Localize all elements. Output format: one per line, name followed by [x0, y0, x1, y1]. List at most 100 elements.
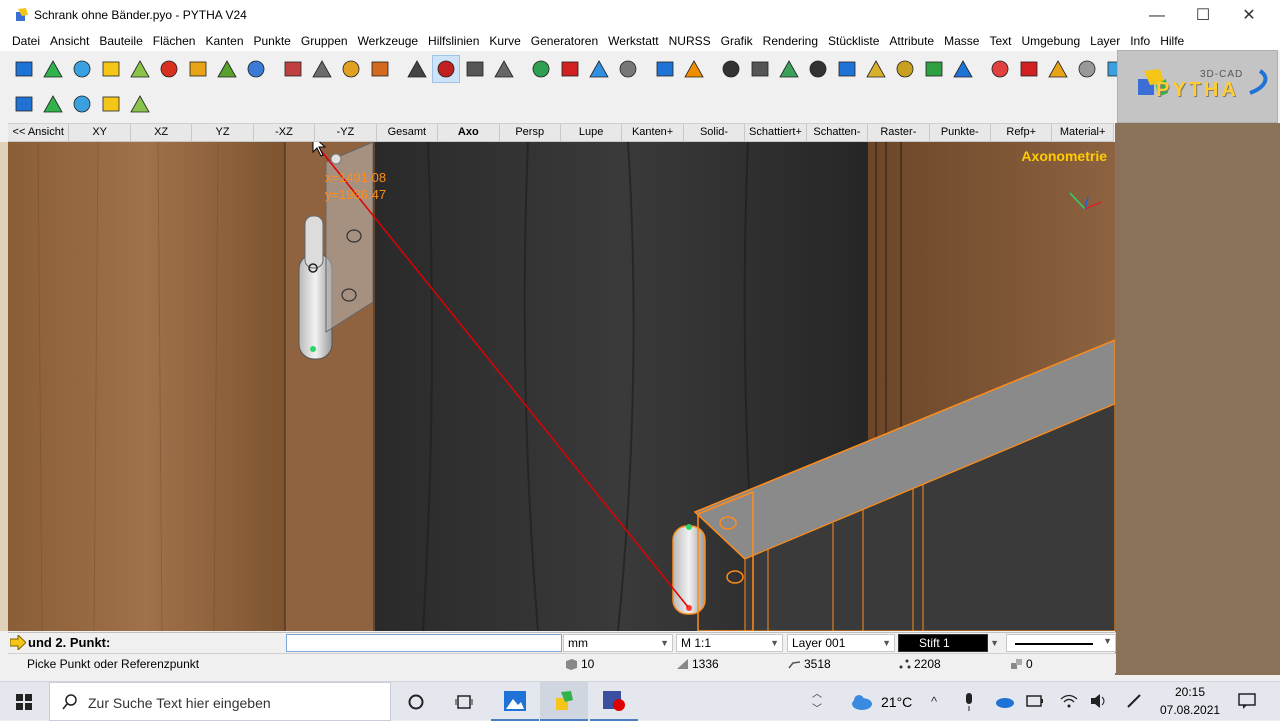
unit-dropdown[interactable]: mm ▼ — [563, 634, 673, 652]
tool-button-copy[interactable] — [833, 55, 861, 83]
view-tab-2[interactable]: XZ — [131, 124, 193, 141]
view-tab-7[interactable]: Axo — [438, 124, 500, 141]
menu-item-9[interactable]: Kurve — [484, 34, 525, 48]
cad-viewport[interactable]: Axonometrie x=1491.08 y=1936.47 — [8, 142, 1115, 631]
view-tab-9[interactable]: Lupe — [561, 124, 623, 141]
weather-temperature[interactable]: 21°C — [881, 694, 912, 710]
tool-button-circle[interactable] — [126, 55, 154, 83]
tool-button-plate[interactable] — [242, 55, 270, 83]
menu-item-8[interactable]: Hilfslinien — [423, 34, 484, 48]
tool-button-extrude[interactable] — [39, 55, 67, 83]
view-tab-6[interactable]: Gesamt — [377, 124, 439, 141]
tray-expand-arrows[interactable]: ︿ ﹀ — [812, 685, 822, 715]
clock-time[interactable]: 20:15 — [1175, 685, 1205, 699]
menu-item-3[interactable]: Flächen — [148, 34, 201, 48]
tool-button-hammer3[interactable] — [337, 55, 365, 83]
tool-button-hatch[interactable] — [862, 55, 890, 83]
pen-workspace-icon[interactable] — [1126, 693, 1142, 709]
menu-item-16[interactable]: Attribute — [884, 34, 939, 48]
tool-button-plane[interactable] — [68, 55, 96, 83]
view-tab-8[interactable]: Persp — [500, 124, 561, 141]
volume-icon[interactable] — [1090, 693, 1108, 709]
task-view-button[interactable] — [440, 682, 488, 721]
cortana-button[interactable] — [392, 682, 440, 721]
menu-item-11[interactable]: Werkstatt — [603, 34, 663, 48]
tool-button-refresh[interactable] — [986, 55, 1014, 83]
view-tab-5[interactable]: -YZ — [315, 124, 377, 141]
tool-button-redo[interactable] — [680, 55, 708, 83]
tool2-button-saw[interactable] — [39, 90, 67, 118]
menu-item-15[interactable]: Stückliste — [823, 34, 884, 48]
tool-button-upload[interactable] — [527, 55, 555, 83]
onedrive-icon[interactable] — [994, 694, 1014, 708]
view-tab-16[interactable]: Refp+ — [991, 124, 1053, 141]
close-button[interactable]: ✕ — [1226, 0, 1272, 31]
view-tab-10[interactable]: Kanten+ — [622, 124, 684, 141]
tool-button-curve[interactable] — [155, 55, 183, 83]
notification-center-icon[interactable] — [1238, 693, 1256, 709]
tool-button-layers[interactable] — [891, 55, 919, 83]
tool-button-hammer[interactable] — [279, 55, 307, 83]
tool-button-table[interactable] — [775, 55, 803, 83]
menu-item-4[interactable]: Kanten — [200, 34, 248, 48]
tool-button-tree[interactable] — [920, 55, 948, 83]
tool2-button-dimension[interactable] — [126, 90, 154, 118]
menu-item-10[interactable]: Generatoren — [526, 34, 603, 48]
maximize-button[interactable]: ☐ — [1180, 0, 1226, 31]
tool-button-move2[interactable] — [1073, 55, 1101, 83]
view-tab-12[interactable]: Schattiert+ — [745, 124, 807, 141]
battery-icon[interactable] — [1026, 694, 1044, 708]
view-tab-15[interactable]: Punkte- — [930, 124, 991, 141]
menu-item-13[interactable]: Grafik — [716, 34, 758, 48]
taskbar-recorder-app[interactable] — [590, 682, 638, 721]
start-button[interactable] — [0, 682, 48, 721]
view-tab-1[interactable]: XY — [69, 124, 131, 141]
menu-item-12[interactable]: NURSS — [664, 34, 716, 48]
taskbar-photos-app[interactable] — [491, 682, 539, 721]
tool-button-print[interactable] — [490, 55, 518, 83]
tool-button-render[interactable] — [432, 55, 460, 83]
taskbar-search[interactable]: Zur Suche Text hier eingeben — [49, 682, 391, 721]
show-hidden-icons-button[interactable]: ^ — [931, 694, 937, 709]
menu-item-20[interactable]: Layer — [1085, 34, 1125, 48]
menu-item-18[interactable]: Text — [984, 34, 1016, 48]
tool2-button-panel[interactable] — [97, 90, 125, 118]
clock-date[interactable]: 07.08.2021 — [1160, 703, 1220, 717]
view-tab-17[interactable]: Material+ — [1052, 124, 1114, 141]
menu-item-21[interactable]: Info — [1125, 34, 1155, 48]
minimize-button[interactable]: — — [1134, 0, 1180, 31]
tool-button-info[interactable] — [949, 55, 977, 83]
tool-button-download[interactable] — [556, 55, 584, 83]
tool-button-eye[interactable] — [461, 55, 489, 83]
menu-item-0[interactable]: Datei — [7, 34, 45, 48]
tool2-button-wood[interactable] — [68, 90, 96, 118]
linetype-dropdown[interactable]: ▼ — [1006, 634, 1116, 652]
view-tab-4[interactable]: -XZ — [254, 124, 316, 141]
command-input[interactable] — [286, 634, 562, 652]
menu-item-1[interactable]: Ansicht — [45, 34, 94, 48]
tool-button-delete[interactable] — [1015, 55, 1043, 83]
menu-item-5[interactable]: Punkte — [249, 34, 296, 48]
tool-button-hammer2[interactable] — [308, 55, 336, 83]
tool2-button-workbench[interactable] — [10, 90, 38, 118]
tool-button-box[interactable] — [10, 55, 38, 83]
menu-item-22[interactable]: Hilfe — [1155, 34, 1189, 48]
tool-button-cup[interactable] — [614, 55, 642, 83]
view-tab-11[interactable]: Solid- — [684, 124, 746, 141]
tool-button-drop[interactable] — [585, 55, 613, 83]
layer-dropdown[interactable]: Layer 001 ▼ — [787, 634, 895, 652]
tool-button-attr[interactable] — [717, 55, 745, 83]
pen-dropdown[interactable]: Stift 1 ▼ — [898, 634, 999, 652]
network-icon[interactable] — [1060, 694, 1078, 708]
menu-item-14[interactable]: Rendering — [758, 34, 823, 48]
tool-button-drill[interactable] — [213, 55, 241, 83]
tool-button-gear[interactable] — [184, 55, 212, 83]
menu-item-2[interactable]: Bauteile — [94, 34, 147, 48]
microphone-icon[interactable] — [964, 693, 974, 711]
view-tab-0[interactable]: << Ansicht — [8, 124, 70, 141]
tool-button-list[interactable] — [746, 55, 774, 83]
tool-button-scale[interactable] — [804, 55, 832, 83]
tool-button-star[interactable] — [97, 55, 125, 83]
tool-button-camera[interactable] — [403, 55, 431, 83]
menu-item-6[interactable]: Gruppen — [296, 34, 353, 48]
